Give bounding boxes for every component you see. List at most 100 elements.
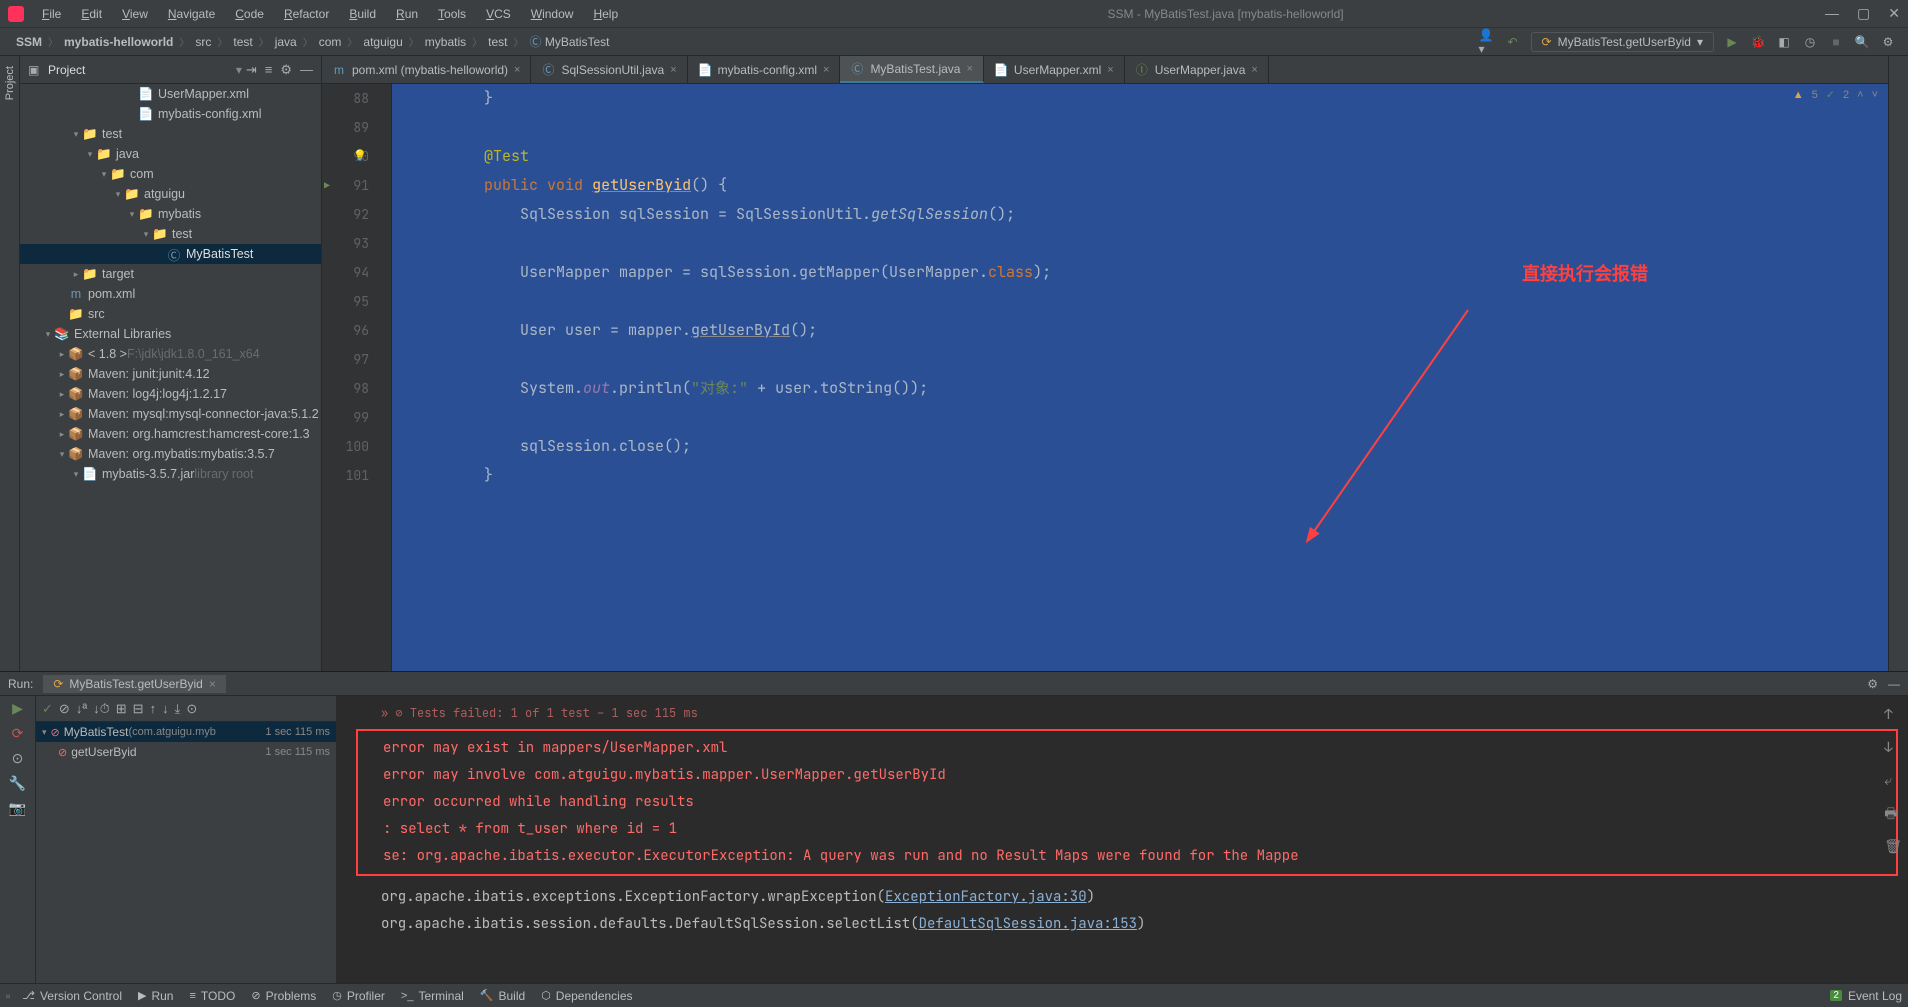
project-tool-button[interactable]: Project: [4, 66, 16, 100]
coverage-icon[interactable]: ◧: [1776, 34, 1792, 50]
show-ignored-icon[interactable]: ⊘: [59, 701, 70, 717]
tree-row[interactable]: 📄UserMapper.xml: [20, 84, 321, 104]
editor-tab[interactable]: 📄mybatis-config.xml×: [688, 56, 841, 83]
menu-window[interactable]: Window: [523, 5, 582, 23]
editor-inspection-widget[interactable]: ▲5 ✓2 ˄ ˅: [1793, 88, 1878, 101]
select-opened-icon[interactable]: ⇥: [246, 62, 257, 78]
next-icon[interactable]: ↓: [162, 701, 169, 716]
panel-gear-icon[interactable]: ⚙: [280, 62, 292, 78]
editor-tab[interactable]: ⒸMyBatisTest.java×: [840, 56, 983, 83]
debug-icon[interactable]: 🐞: [1750, 34, 1766, 50]
stack-link[interactable]: DefaultSqlSession.java:153: [919, 915, 1137, 933]
menu-build[interactable]: Build: [341, 5, 384, 23]
tree-row[interactable]: ▾📄mybatis-3.5.7.jar library root: [20, 464, 321, 484]
soft-wrap-icon[interactable]: ⤶: [1884, 768, 1902, 795]
sort-time-icon[interactable]: ↓⏱: [93, 701, 110, 717]
expand-all-icon[interactable]: ≡: [265, 62, 273, 78]
scroll-down-icon[interactable]: ↓: [1884, 735, 1902, 762]
tree-row[interactable]: ▾📁test: [20, 224, 321, 244]
status-todo[interactable]: ≡TODO: [181, 989, 243, 1003]
tree-row[interactable]: ▸📁target: [20, 264, 321, 284]
tree-row[interactable]: ▸📦Maven: junit:junit:4.12: [20, 364, 321, 384]
menu-run[interactable]: Run: [388, 5, 426, 23]
breadcrumb-item[interactable]: SSM: [12, 35, 46, 49]
expand-icon[interactable]: ⊞: [116, 701, 127, 717]
search-icon[interactable]: 🔍: [1854, 34, 1870, 50]
rerun-failed-icon[interactable]: ⟳: [12, 725, 24, 742]
test-tree[interactable]: ▾⊘MyBatisTest (com.atguigu.myb1 sec 115 …: [36, 722, 336, 983]
close-icon[interactable]: ✕: [1888, 5, 1900, 22]
status-version-control[interactable]: ⎇Version Control: [14, 989, 130, 1003]
stop-icon[interactable]: ■: [1828, 34, 1844, 50]
scroll-up-icon[interactable]: ↑: [1884, 702, 1902, 729]
tool-hide-icon[interactable]: —: [1888, 677, 1900, 691]
menu-navigate[interactable]: Navigate: [160, 5, 223, 23]
stack-link[interactable]: ExceptionFactory.java:30: [885, 888, 1087, 906]
tree-row[interactable]: ▾📁atguigu: [20, 184, 321, 204]
breadcrumb-item[interactable]: test: [484, 35, 511, 49]
panel-hide-icon[interactable]: —: [300, 62, 313, 78]
editor-tab[interactable]: mpom.xml (mybatis-helloworld)×: [322, 56, 531, 83]
collapse-icon[interactable]: ⊟: [133, 701, 144, 717]
status-build[interactable]: 🔨Build: [472, 989, 533, 1003]
breadcrumb-item[interactable]: mybatis: [421, 35, 470, 49]
sort-ab-icon[interactable]: ↓ª: [76, 701, 87, 716]
status-run[interactable]: ▶Run: [130, 989, 181, 1003]
event-log-button[interactable]: Event Log: [1848, 989, 1902, 1003]
tab-close-icon[interactable]: ×: [1107, 64, 1113, 76]
tree-row[interactable]: ▾📁com: [20, 164, 321, 184]
run-icon[interactable]: ▶: [1724, 34, 1740, 50]
down-icon[interactable]: ˅: [1872, 89, 1878, 101]
tree-row[interactable]: ▸📦Maven: mysql:mysql-connector-java:5.1.…: [20, 404, 321, 424]
status-toggle-icon[interactable]: ▫: [6, 989, 10, 1003]
prev-icon[interactable]: ↑: [150, 701, 157, 716]
menu-code[interactable]: Code: [227, 5, 272, 23]
tab-close-icon[interactable]: ×: [823, 64, 829, 76]
back-icon[interactable]: ↶: [1505, 34, 1521, 50]
add-user-icon[interactable]: 👤▾: [1479, 34, 1495, 50]
up-icon[interactable]: ˄: [1857, 89, 1863, 101]
breadcrumb-item[interactable]: src: [191, 35, 215, 49]
menu-refactor[interactable]: Refactor: [276, 5, 337, 23]
menu-view[interactable]: View: [114, 5, 156, 23]
status-terminal[interactable]: >_Terminal: [393, 989, 472, 1003]
status-profiler[interactable]: ◷Profiler: [324, 989, 393, 1003]
breadcrumb-item[interactable]: mybatis-helloworld: [60, 35, 177, 49]
rerun-icon[interactable]: ▶: [12, 700, 23, 717]
breadcrumb-item[interactable]: Ⓒ MyBatisTest: [525, 33, 613, 50]
profile-icon[interactable]: ◷: [1802, 34, 1818, 50]
show-passed-icon[interactable]: ✓: [42, 701, 53, 717]
tree-row[interactable]: ▸📦Maven: org.hamcrest:hamcrest-core:1.3: [20, 424, 321, 444]
tree-row[interactable]: ⒸMyBatisTest: [20, 244, 321, 264]
gear-icon[interactable]: ⚙: [1880, 34, 1896, 50]
print-icon[interactable]: 🖶: [1884, 801, 1902, 828]
tree-row[interactable]: mpom.xml: [20, 284, 321, 304]
editor-tab[interactable]: ⒸSqlSessionUtil.java×: [531, 56, 687, 83]
clear-icon[interactable]: 🗑: [1884, 834, 1902, 861]
menu-edit[interactable]: Edit: [73, 5, 110, 23]
breadcrumb-item[interactable]: java: [271, 35, 301, 49]
tree-row[interactable]: ▾📁mybatis: [20, 204, 321, 224]
tab-close-icon[interactable]: ×: [1251, 64, 1257, 76]
tool-gear-icon[interactable]: ⚙: [1867, 677, 1878, 691]
run-tab[interactable]: ⟳ MyBatisTest.getUserByid ×: [43, 675, 225, 693]
wrench-icon[interactable]: 🔧: [9, 775, 26, 792]
status-dependencies[interactable]: ⬡Dependencies: [533, 989, 640, 1003]
camera-icon[interactable]: 📷: [9, 800, 26, 817]
tree-row[interactable]: ▾📦Maven: org.mybatis:mybatis:3.5.7: [20, 444, 321, 464]
console-output[interactable]: » ⊘ Tests failed: 1 of 1 test – 1 sec 11…: [336, 696, 1908, 983]
tree-row[interactable]: ▾📚External Libraries: [20, 324, 321, 344]
export-icon[interactable]: ⤓: [175, 701, 181, 717]
breadcrumb-item[interactable]: atguigu: [359, 35, 406, 49]
toggle-auto-icon[interactable]: ⊙: [12, 750, 24, 767]
project-dropdown-icon[interactable]: ▾: [236, 63, 242, 77]
tree-row[interactable]: ▾📁java: [20, 144, 321, 164]
tab-close-icon[interactable]: ×: [209, 677, 216, 691]
breadcrumb-item[interactable]: com: [315, 35, 346, 49]
run-config-selector[interactable]: ⟳ MyBatisTest.getUserByid ▾: [1531, 32, 1714, 52]
menu-file[interactable]: File: [34, 5, 69, 23]
test-row[interactable]: ⊘getUserByid1 sec 115 ms: [36, 742, 336, 762]
status-problems[interactable]: ⊘Problems: [243, 989, 324, 1003]
tab-close-icon[interactable]: ×: [966, 63, 972, 75]
maximize-icon[interactable]: ▢: [1857, 5, 1870, 22]
